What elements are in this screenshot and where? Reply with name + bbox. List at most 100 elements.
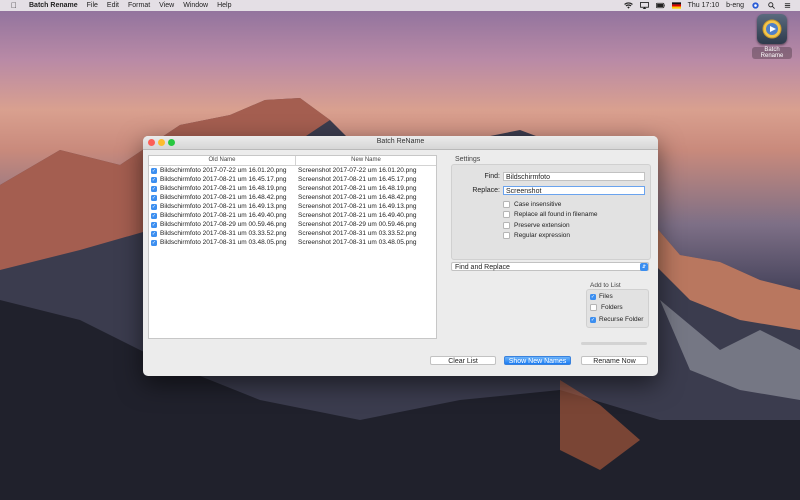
old-name-cell: Bildschirmfoto 2017-08-21 um 16.45.17.pn…: [160, 176, 287, 183]
language-flag-icon[interactable]: [671, 2, 681, 9]
option-preserve-extension[interactable]: Preserve extension: [503, 222, 570, 229]
option-files[interactable]: ✓ Files: [590, 293, 613, 300]
spotlight-search-icon[interactable]: [767, 2, 776, 9]
progress-bar: [581, 342, 647, 345]
row-include-checkbox[interactable]: ✓: [151, 203, 157, 210]
old-name-cell: Bildschirmfoto 2017-08-31 um 03.33.52.pn…: [160, 230, 287, 237]
show-new-names-button[interactable]: Show New Names: [504, 356, 571, 365]
new-name-cell: Screenshot 2017-07-22 um 16.01.20.png: [298, 167, 417, 174]
menu-help[interactable]: Help: [217, 2, 231, 9]
case-insensitive-checkbox[interactable]: [503, 201, 510, 208]
regular-expression-checkbox[interactable]: [503, 232, 510, 239]
find-input[interactable]: Bildschirmfoto: [503, 172, 645, 181]
mode-select[interactable]: Find and Replace ⇵: [451, 262, 649, 271]
menu-list-icon[interactable]: [783, 2, 792, 9]
new-name-cell: Screenshot 2017-08-21 um 16.49.13.png: [298, 203, 417, 210]
option-replace-all[interactable]: Replace all found in filename: [503, 211, 597, 218]
batch-rename-window: Batch ReName Old Name New Name ✓ Bildschi…: [143, 136, 658, 376]
new-name-cell: Screenshot 2017-08-29 um 00.59.46.png: [298, 221, 417, 228]
siri-icon[interactable]: [751, 2, 760, 9]
add-to-list-panel: ✓ Files Folders ✓ Recurse Folder: [586, 289, 649, 328]
select-arrows-icon: ⇵: [640, 263, 648, 271]
row-include-checkbox[interactable]: ✓: [151, 212, 157, 219]
apple-menu-icon[interactable]: : [8, 1, 20, 10]
recurse-folder-label: Recurse Folder: [599, 316, 644, 323]
battery-icon[interactable]: [655, 2, 665, 9]
column-header-old-name[interactable]: Old Name: [149, 156, 296, 165]
table-row[interactable]: ✓ Bildschirmfoto 2017-07-22 um 16.01.20.p…: [149, 166, 436, 175]
row-include-checkbox[interactable]: ✓: [151, 176, 157, 183]
menu-edit[interactable]: Edit: [107, 2, 119, 9]
row-include-checkbox[interactable]: ✓: [151, 167, 157, 174]
settings-panel: Find: Bildschirmfoto Replace: Screenshot…: [451, 164, 651, 260]
option-case-insensitive[interactable]: Case insensitive: [503, 201, 561, 208]
files-label: Files: [599, 293, 613, 300]
table-header: Old Name New Name: [149, 156, 436, 166]
preserve-extension-checkbox[interactable]: [503, 222, 510, 229]
old-name-cell: Bildschirmfoto 2017-07-22 um 16.01.20.pn…: [160, 167, 287, 174]
case-insensitive-label: Case insensitive: [514, 201, 562, 208]
menu-window[interactable]: Window: [183, 2, 208, 9]
old-name-cell: Bildschirmfoto 2017-08-21 um 16.48.42.pn…: [160, 194, 287, 201]
desktop-icon-label: Batch Rename: [752, 47, 792, 59]
replace-label: Replace:: [472, 187, 500, 194]
regular-expression-label: Regular expression: [514, 232, 571, 239]
row-include-checkbox[interactable]: ✓: [151, 194, 157, 201]
clear-list-button[interactable]: Clear List: [430, 356, 496, 365]
replace-input[interactable]: Screenshot: [503, 186, 645, 195]
option-regular-expression[interactable]: Regular expression: [503, 232, 570, 239]
folders-label: Folders: [601, 304, 623, 311]
table-row[interactable]: ✓ Bildschirmfoto 2017-08-31 um 03.48.05.p…: [149, 238, 436, 247]
mode-select-value: Find and Replace: [455, 264, 510, 271]
table-row[interactable]: ✓ Bildschirmfoto 2017-08-31 um 03.33.52.p…: [149, 229, 436, 238]
replace-all-checkbox[interactable]: [503, 211, 510, 218]
new-name-cell: Screenshot 2017-08-21 um 16.48.42.png: [298, 194, 417, 201]
replace-all-label: Replace all found in filename: [514, 211, 598, 218]
table-row[interactable]: ✓ Bildschirmfoto 2017-08-21 um 16.49.13.p…: [149, 202, 436, 211]
recurse-folder-checkbox[interactable]: ✓: [590, 316, 596, 323]
menu-app-name[interactable]: Batch Rename: [29, 2, 78, 9]
table-row[interactable]: ✓ Bildschirmfoto 2017-08-21 um 16.49.40.p…: [149, 211, 436, 220]
find-label: Find:: [484, 173, 500, 180]
old-name-cell: Bildschirmfoto 2017-08-21 um 16.49.13.pn…: [160, 203, 287, 210]
menu-format[interactable]: Format: [128, 2, 150, 9]
table-row[interactable]: ✓ Bildschirmfoto 2017-08-21 um 16.45.17.p…: [149, 175, 436, 184]
new-name-cell: Screenshot 2017-08-21 um 16.49.40.png: [298, 212, 417, 219]
window-title: Batch ReName: [376, 138, 425, 145]
table-row[interactable]: ✓ Bildschirmfoto 2017-08-21 um 16.48.19.p…: [149, 184, 436, 193]
preserve-extension-label: Preserve extension: [514, 222, 570, 229]
menu-view[interactable]: View: [159, 2, 174, 9]
row-include-checkbox[interactable]: ✓: [151, 185, 157, 192]
menu-file[interactable]: File: [87, 2, 98, 9]
wifi-icon[interactable]: [623, 2, 633, 9]
window-titlebar[interactable]: Batch ReName: [143, 136, 658, 150]
old-name-cell: Bildschirmfoto 2017-08-31 um 03.48.05.pn…: [160, 239, 287, 246]
row-include-checkbox[interactable]: ✓: [151, 221, 157, 228]
old-name-cell: Bildschirmfoto 2017-08-21 um 16.49.40.pn…: [160, 212, 287, 219]
rename-now-button[interactable]: Rename Now: [581, 356, 648, 365]
old-name-cell: Bildschirmfoto 2017-08-29 um 00.59.46.pn…: [160, 221, 287, 228]
new-name-cell: Screenshot 2017-08-21 um 16.45.17.png: [298, 176, 417, 183]
batch-rename-app-icon: [757, 14, 787, 44]
table-body: ✓ Bildschirmfoto 2017-07-22 um 16.01.20.p…: [149, 166, 436, 247]
new-name-cell: Screenshot 2017-08-31 um 03.48.05.png: [298, 239, 417, 246]
old-name-cell: Bildschirmfoto 2017-08-21 um 16.48.19.pn…: [160, 185, 287, 192]
files-checkbox[interactable]: ✓: [590, 293, 596, 300]
batch-rename-desktop-icon[interactable]: Batch Rename: [752, 14, 792, 59]
menubar-clock[interactable]: Thu 17:10: [688, 2, 720, 9]
airplay-icon[interactable]: [639, 2, 649, 9]
option-recurse-folder[interactable]: ✓ Recurse Folder: [590, 316, 643, 323]
row-include-checkbox[interactable]: ✓: [151, 239, 157, 246]
row-include-checkbox[interactable]: ✓: [151, 230, 157, 237]
folders-checkbox[interactable]: [590, 304, 597, 311]
column-header-new-name[interactable]: New Name: [296, 156, 436, 165]
table-row[interactable]: ✓ Bildschirmfoto 2017-08-29 um 00.59.46.p…: [149, 220, 436, 229]
menu-bar:  Batch Rename File Edit Format View Win…: [0, 0, 800, 11]
file-table[interactable]: Old Name New Name ✓ Bildschirmfoto 2017-0…: [148, 155, 437, 339]
menubar-user[interactable]: b-eng: [726, 2, 744, 9]
new-name-cell: Screenshot 2017-08-21 um 16.48.19.png: [298, 185, 417, 192]
table-row[interactable]: ✓ Bildschirmfoto 2017-08-21 um 16.48.42.p…: [149, 193, 436, 202]
add-to-list-title: Add to List: [590, 282, 621, 289]
settings-title: Settings: [455, 156, 481, 163]
option-folders[interactable]: Folders: [590, 304, 623, 311]
